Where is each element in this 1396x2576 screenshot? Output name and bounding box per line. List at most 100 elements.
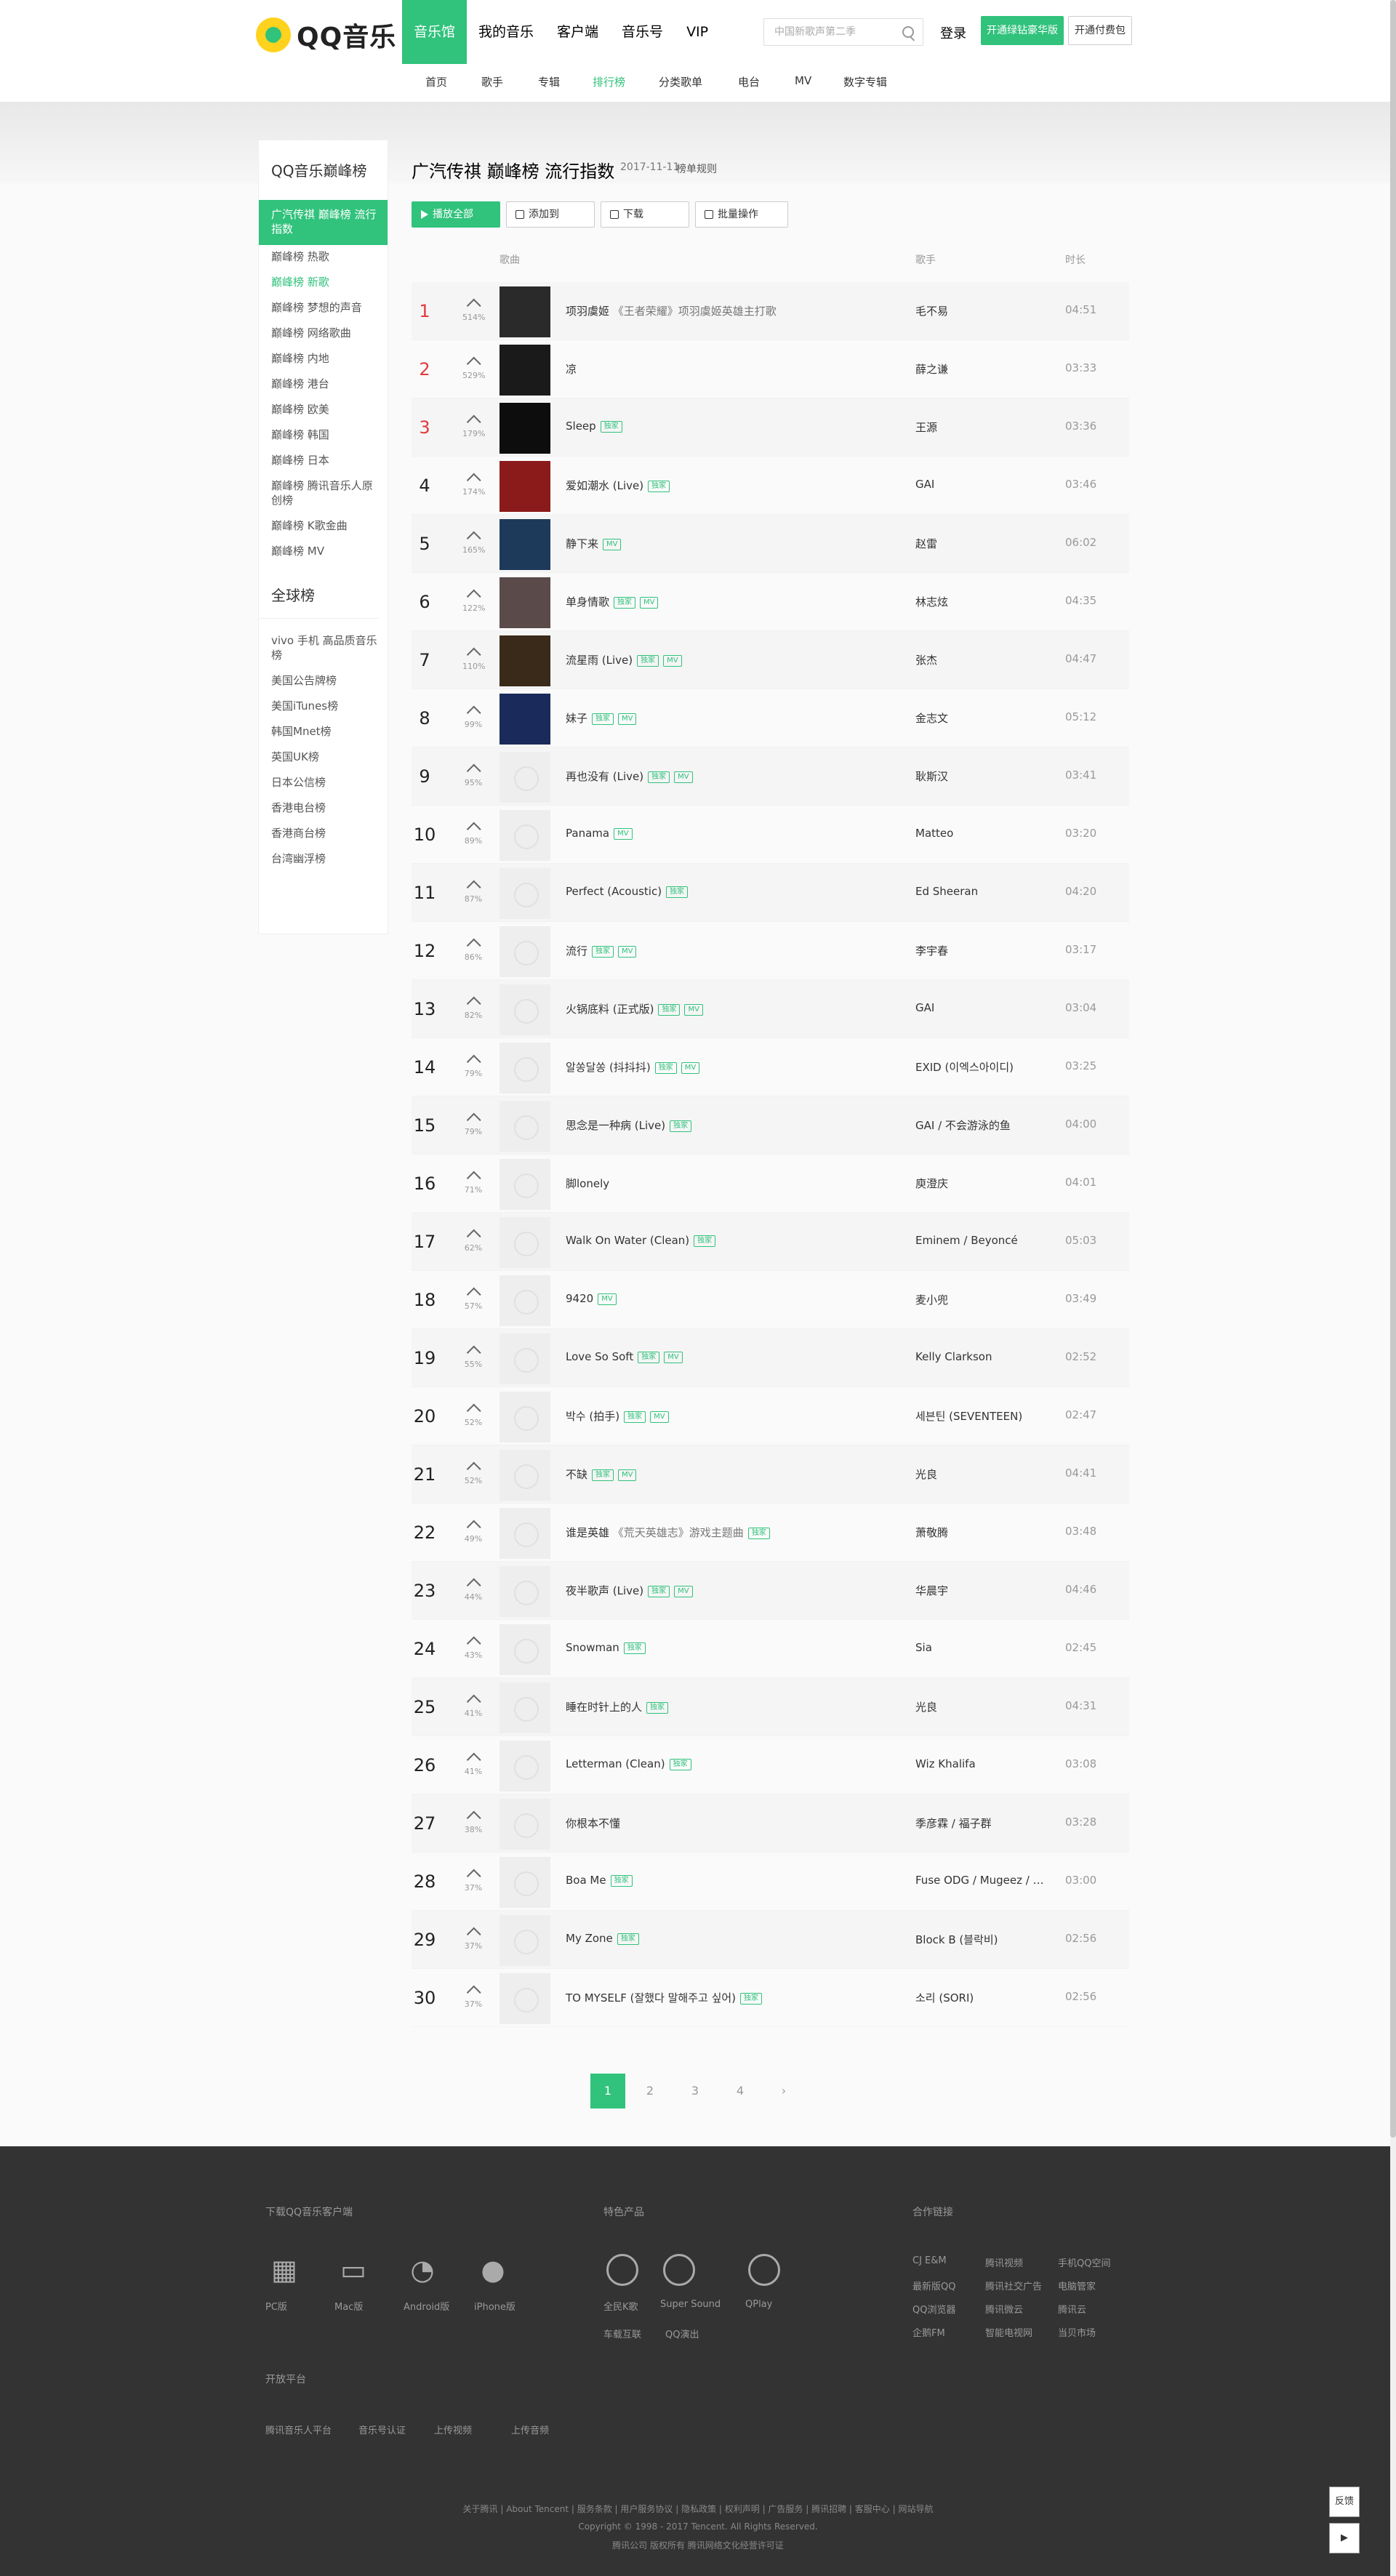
- subnav-album[interactable]: 专辑: [538, 74, 560, 89]
- sidebar-item[interactable]: 巅峰榜 梦想的声音: [259, 296, 388, 321]
- album-cover[interactable]: [500, 577, 550, 628]
- platform-label[interactable]: Android版: [404, 2299, 449, 2313]
- product-link[interactable]: 车载互联: [603, 2327, 641, 2340]
- song-title[interactable]: 火锅底料 (正式版) 独家 MV: [566, 1001, 703, 1016]
- song-row[interactable]: 29 37% My Zone 独家 Block B (블락비) 02:56: [412, 1911, 1129, 1969]
- album-cover[interactable]: [500, 1799, 550, 1850]
- singer-name[interactable]: 光良: [915, 1699, 937, 1714]
- album-cover[interactable]: [500, 1741, 550, 1791]
- mv-badge[interactable]: MV: [684, 1003, 703, 1016]
- song-row[interactable]: 9 95% 再也没有 (Live) 独家 MV 耿斯汉 03:41: [412, 747, 1129, 806]
- album-cover[interactable]: [500, 1915, 550, 1966]
- singer-name[interactable]: 华晨宇: [915, 1583, 948, 1598]
- song-name[interactable]: 项羽虞姬: [566, 305, 609, 318]
- partner-link[interactable]: 智能电视网: [985, 2325, 1032, 2339]
- mv-badge[interactable]: MV: [618, 945, 637, 958]
- album-cover[interactable]: [500, 345, 550, 396]
- song-title[interactable]: 流行 独家 MV: [566, 943, 637, 958]
- partner-link[interactable]: 腾讯云: [1058, 2302, 1086, 2316]
- subnav-playlists[interactable]: 分类歌单: [659, 74, 702, 89]
- singer-name[interactable]: Ed Sheeran: [915, 885, 978, 898]
- song-row[interactable]: 14 79% 알쏭달쏭 (抖抖抖) 独家 MV EXID (이엑스아이디) 03:25: [412, 1038, 1129, 1096]
- feedback-button[interactable]: 反馈: [1329, 2487, 1360, 2517]
- song-row[interactable]: 15 79% 思念是一种病 (Live) 独家 GAI / 不会游泳的鱼 04:00: [412, 1096, 1129, 1155]
- qplay-icon[interactable]: [748, 2254, 780, 2286]
- song-name[interactable]: 思念是一种病 (Live): [566, 1119, 665, 1132]
- song-name[interactable]: My Zone: [566, 1932, 613, 1945]
- sidebar-item[interactable]: 广汽传祺 巅峰榜 流行指数: [259, 200, 388, 245]
- partner-link[interactable]: 最新版QQ: [912, 2279, 955, 2292]
- album-cover[interactable]: [500, 1217, 550, 1268]
- album-cover[interactable]: [500, 1508, 550, 1559]
- album-cover[interactable]: [500, 1275, 550, 1326]
- singer-name[interactable]: 薛之谦: [915, 361, 948, 377]
- song-name[interactable]: 알쏭달쏭 (抖抖抖): [566, 1061, 651, 1074]
- song-title[interactable]: 알쏭달쏭 (抖抖抖) 独家 MV: [566, 1059, 700, 1075]
- song-title[interactable]: Letterman (Clean) 独家: [566, 1757, 691, 1770]
- global-chart-item[interactable]: 韩国Mnet榜: [259, 720, 388, 745]
- song-name[interactable]: 9420: [566, 1292, 593, 1305]
- song-title[interactable]: 不缺 独家 MV: [566, 1466, 637, 1482]
- song-title[interactable]: 单身情歌 独家 MV: [566, 594, 659, 609]
- footer-links[interactable]: 关于腾讯 | About Tencent | 服务条款 | 用户服务协议 | 隐…: [0, 2503, 1396, 2515]
- song-title[interactable]: 你根本不懂: [566, 1815, 620, 1831]
- song-name[interactable]: 流星雨 (Live): [566, 654, 633, 667]
- song-title[interactable]: My Zone 独家: [566, 1932, 639, 1945]
- open-platform-link[interactable]: 腾讯音乐人平台: [265, 2423, 332, 2436]
- singer-name[interactable]: 萧敬腾: [915, 1525, 948, 1540]
- album-cover[interactable]: [500, 1566, 550, 1617]
- chart-rule-link[interactable]: 榜单规则: [676, 161, 717, 176]
- song-title[interactable]: 爱如潮水 (Live) 独家: [566, 478, 670, 493]
- song-title[interactable]: 脚lonely: [566, 1176, 609, 1191]
- song-row[interactable]: 21 52% 不缺 独家 MV 光良 04:41: [412, 1445, 1129, 1504]
- song-title[interactable]: 妹子 独家 MV: [566, 710, 637, 726]
- sidebar-item[interactable]: 巅峰榜 日本: [259, 449, 388, 474]
- singer-name[interactable]: 光良: [915, 1466, 937, 1482]
- search-input[interactable]: 中国新歌声第二季: [763, 18, 923, 46]
- singer-name[interactable]: 庾澄庆: [915, 1176, 948, 1191]
- singer-name[interactable]: 소리 (SORI): [915, 1990, 974, 2005]
- song-row[interactable]: 16 71% 脚lonely 庾澄庆 04:01: [412, 1155, 1129, 1213]
- album-cover[interactable]: [500, 1159, 550, 1210]
- mv-badge[interactable]: MV: [598, 1293, 617, 1305]
- singer-name[interactable]: Fuse ODG / Mugeez / E...: [915, 1874, 1046, 1887]
- song-title[interactable]: Boa Me 独家: [566, 1874, 633, 1887]
- song-name[interactable]: 박수 (拍手): [566, 1410, 619, 1423]
- mv-badge[interactable]: MV: [674, 1585, 693, 1597]
- album-cover[interactable]: [500, 1682, 550, 1733]
- album-cover[interactable]: [500, 403, 550, 454]
- song-title[interactable]: 再也没有 (Live) 独家 MV: [566, 769, 693, 784]
- song-name[interactable]: 静下来: [566, 537, 598, 550]
- song-name[interactable]: 睡在时针上的人: [566, 1701, 642, 1714]
- sidebar-item[interactable]: 巅峰榜 韩国: [259, 423, 388, 449]
- sidebar-item[interactable]: 巅峰榜 内地: [259, 347, 388, 372]
- kg-icon[interactable]: [606, 2254, 638, 2286]
- download-button[interactable]: 下载: [601, 201, 689, 228]
- singer-name[interactable]: 李宇春: [915, 943, 948, 958]
- song-name[interactable]: 再也没有 (Live): [566, 770, 643, 783]
- song-name[interactable]: Snowman: [566, 1641, 619, 1654]
- mac-icon[interactable]: ▭: [337, 2254, 369, 2286]
- product-label[interactable]: Super Sound: [660, 2299, 721, 2310]
- song-row[interactable]: 2 529% 凉 薛之谦 03:33: [412, 340, 1129, 398]
- mv-badge[interactable]: MV: [663, 654, 682, 667]
- mv-badge[interactable]: MV: [614, 827, 633, 840]
- platform-label[interactable]: Mac版: [334, 2299, 363, 2313]
- nav-vip[interactable]: VIP: [675, 0, 720, 64]
- album-cover[interactable]: [500, 1450, 550, 1501]
- song-row[interactable]: 8 99% 妹子 独家 MV 金志文 05:12: [412, 689, 1129, 747]
- song-row[interactable]: 20 52% 박수 (拍手) 独家 MV 세븐틴 (SEVENTEEN) 02:47: [412, 1387, 1129, 1445]
- mv-badge[interactable]: MV: [650, 1411, 669, 1423]
- album-cover[interactable]: [500, 1333, 550, 1384]
- sidebar-item[interactable]: 巅峰榜 MV: [259, 539, 388, 565]
- green-diamond-button[interactable]: 开通绿钻豪华版: [981, 16, 1064, 45]
- singer-name[interactable]: GAI / 不会游泳的鱼: [915, 1118, 1011, 1133]
- song-row[interactable]: 1 514% 项羽虞姬 《王者荣耀》项羽虞姬英雄主打歌 毛不易 04:51: [412, 282, 1129, 340]
- add-to-button[interactable]: 添加到: [506, 201, 595, 228]
- super-sound-icon[interactable]: [663, 2254, 695, 2286]
- song-row[interactable]: 18 57% 9420 MV 麦小兜 03:49: [412, 1271, 1129, 1329]
- song-name[interactable]: Boa Me: [566, 1874, 606, 1887]
- song-title[interactable]: 9420 MV: [566, 1292, 617, 1305]
- product-link[interactable]: QQ演出: [665, 2327, 699, 2340]
- singer-name[interactable]: GAI: [915, 478, 934, 491]
